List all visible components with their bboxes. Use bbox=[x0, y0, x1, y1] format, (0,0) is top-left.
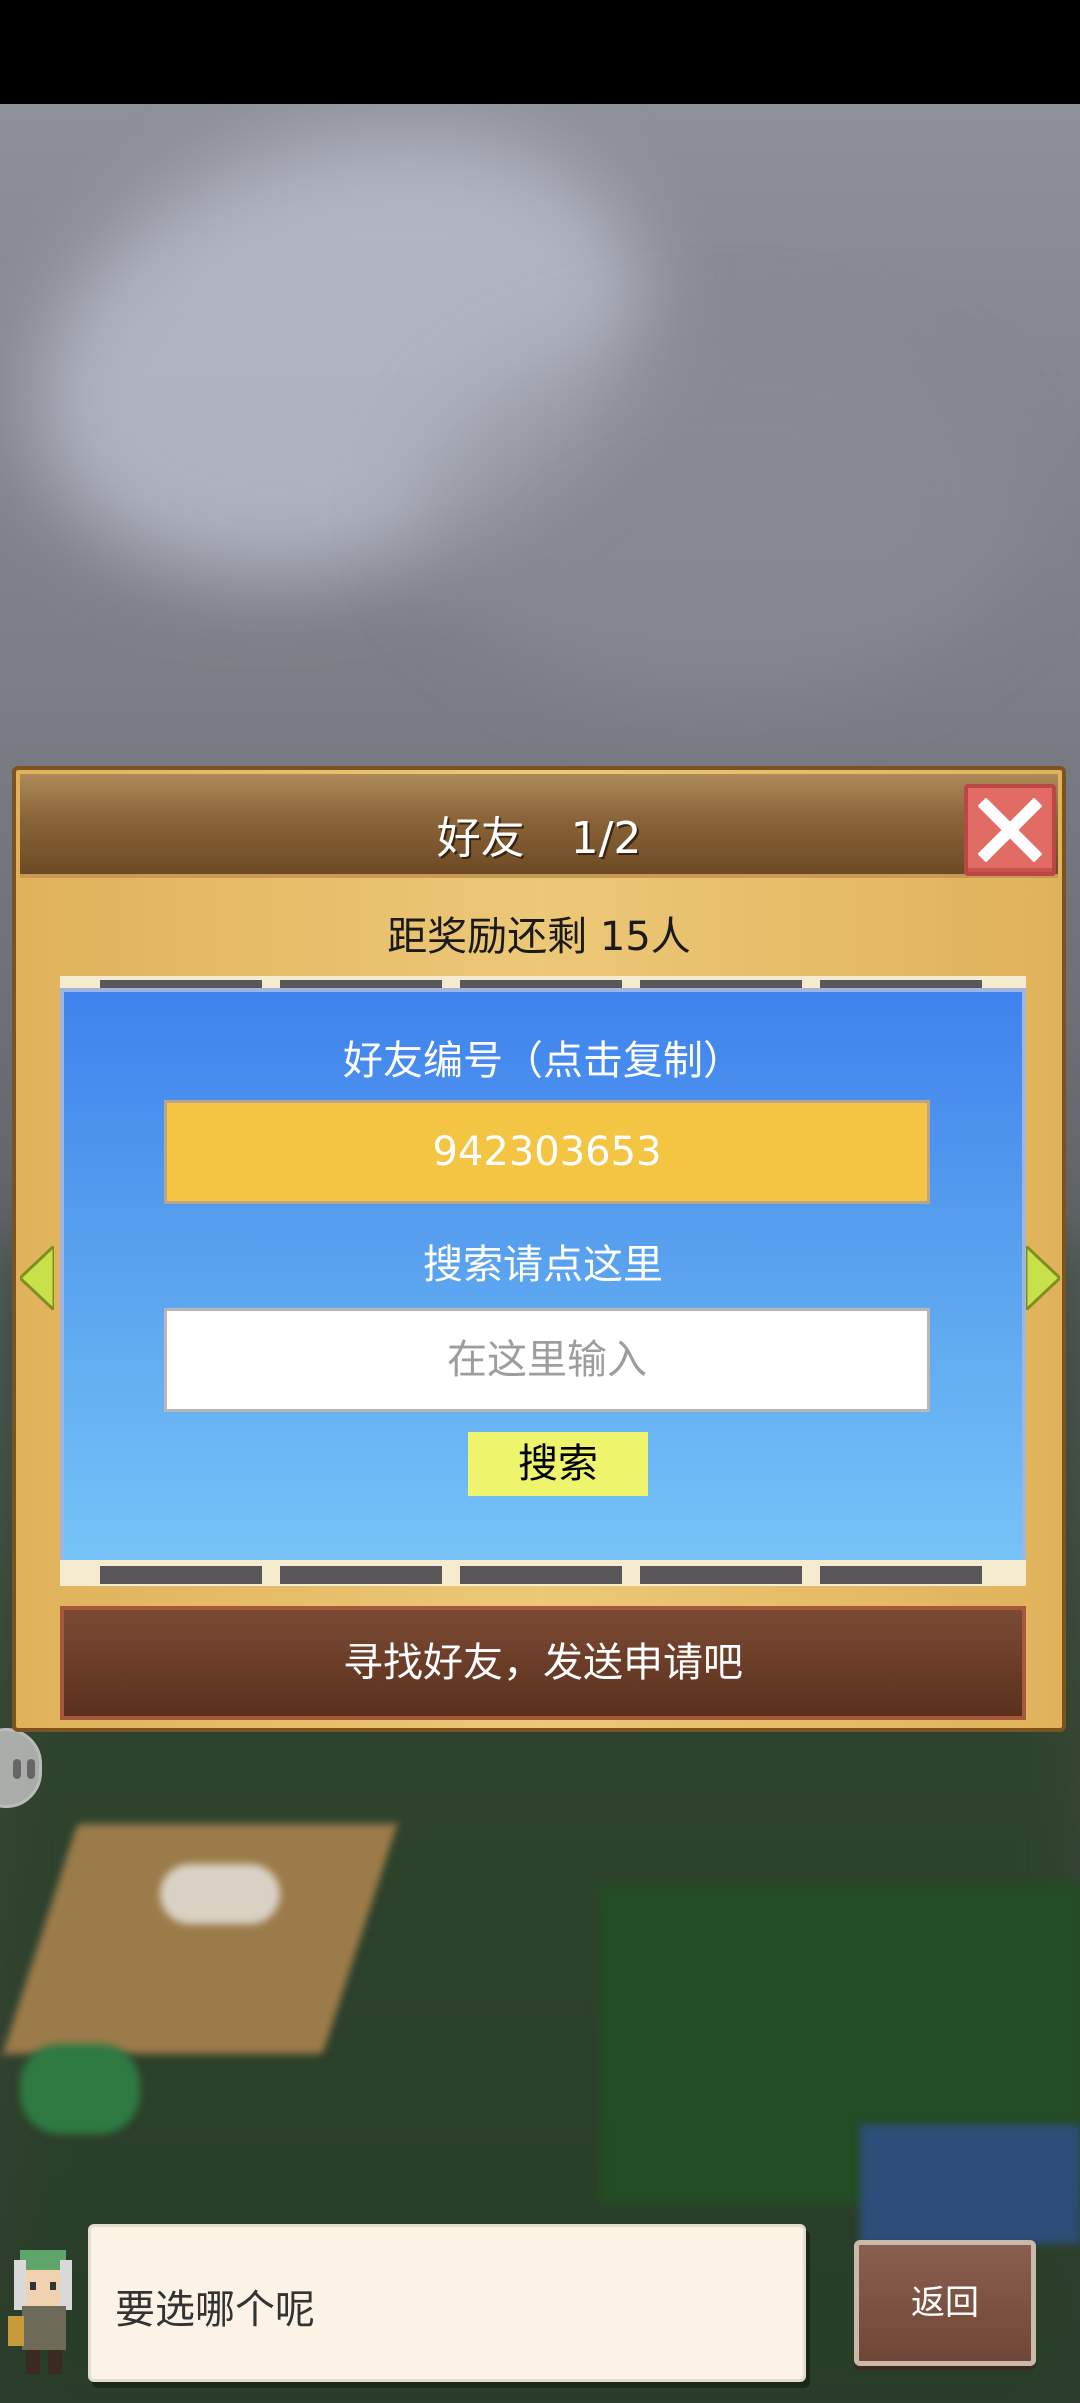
friend-search-card: 好友编号（点击复制） 942303653 搜索请点这里 搜索 bbox=[60, 988, 1026, 1564]
arrow-right-icon[interactable] bbox=[1026, 1246, 1060, 1310]
speech-box: 要选哪个呢 bbox=[88, 2224, 806, 2382]
friend-search-input[interactable] bbox=[164, 1308, 930, 1412]
card-bottom-strip bbox=[60, 1560, 1026, 1586]
title-text: 好友 bbox=[436, 813, 525, 864]
character-portrait bbox=[8, 2250, 72, 2374]
speech-text: 要选哪个呢 bbox=[115, 2287, 315, 2333]
close-icon bbox=[978, 798, 1042, 862]
arrow-left-icon[interactable] bbox=[20, 1246, 54, 1310]
page-indicator: 1/2 bbox=[570, 813, 642, 864]
close-button[interactable] bbox=[964, 784, 1056, 876]
status-bar bbox=[0, 0, 1080, 104]
dialog-header: 好友 1/2 bbox=[20, 774, 1058, 878]
dialog-title: 好友 1/2 bbox=[20, 802, 1058, 866]
find-friends-button[interactable]: 寻找好友，发送申请吧 bbox=[60, 1606, 1026, 1720]
reward-progress-text: 距奖励还剩 15人 bbox=[387, 914, 691, 960]
search-button[interactable]: 搜索 bbox=[468, 1432, 648, 1496]
back-button[interactable]: 返回 bbox=[854, 2240, 1036, 2366]
friend-id-label: 好友编号（点击复制） bbox=[343, 1038, 743, 1084]
friends-dialog: 好友 1/2 距奖励还剩 15人 好友编号（点击复制） 942303653 搜索… bbox=[12, 766, 1066, 1732]
search-label: 搜索请点这里 bbox=[423, 1242, 663, 1288]
friend-id-copy-button[interactable]: 942303653 bbox=[164, 1100, 930, 1204]
